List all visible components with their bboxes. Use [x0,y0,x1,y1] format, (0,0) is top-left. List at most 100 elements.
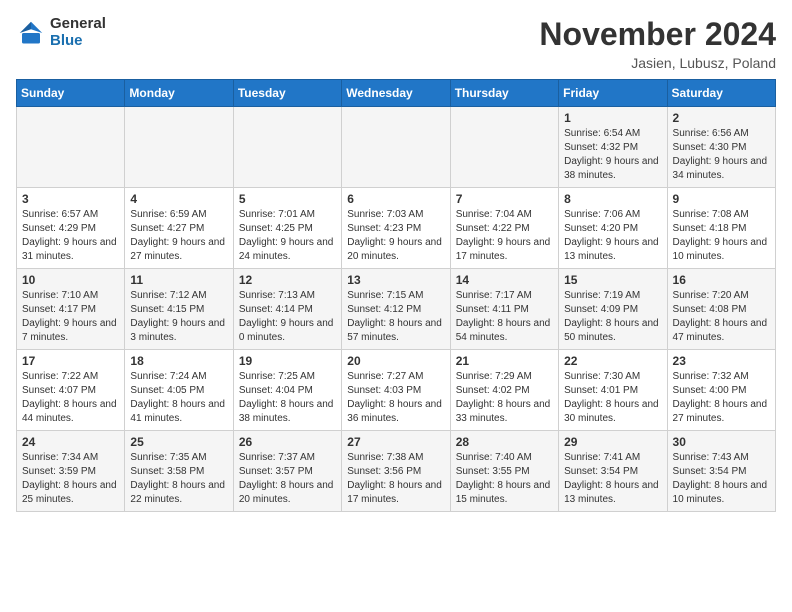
day-info: Sunrise: 6:56 AM Sunset: 4:30 PM Dayligh… [673,127,770,183]
day-number: 6 [347,192,444,206]
day-info: Sunrise: 7:41 AM Sunset: 3:54 PM Dayligh… [564,451,661,507]
day-number: 29 [564,435,661,449]
day-cell: 3 Sunrise: 6:57 AM Sunset: 4:29 PM Daylig… [17,188,125,269]
day-header-thursday: Thursday [450,80,558,107]
day-number: 13 [347,273,444,287]
title-block: November 2024 Jasien, Lubusz, Poland [539,16,776,71]
day-number: 23 [673,354,770,368]
day-info: Sunrise: 7:32 AM Sunset: 4:00 PM Dayligh… [673,370,770,426]
day-number: 3 [22,192,119,206]
day-header-wednesday: Wednesday [342,80,450,107]
location: Jasien, Lubusz, Poland [539,55,776,71]
day-info: Sunrise: 6:54 AM Sunset: 4:32 PM Dayligh… [564,127,661,183]
day-cell: 8Sunrise: 7:06 AM Sunset: 4:20 PM Daylig… [559,188,667,269]
day-info: Sunrise: 7:34 AM Sunset: 3:59 PM Dayligh… [22,451,119,507]
day-info: Sunrise: 7:08 AM Sunset: 4:18 PM Dayligh… [673,208,770,264]
day-number: 10 [22,273,119,287]
month-title: November 2024 [539,16,776,53]
day-number: 7 [456,192,553,206]
day-cell: 11 Sunrise: 7:12 AM Sunset: 4:15 PM Dayli… [125,269,233,350]
logo-text: General Blue [50,16,106,49]
day-cell: 5 Sunrise: 7:01 AM Sunset: 4:25 PM Daylig… [233,188,341,269]
logo: General Blue [16,16,106,49]
day-number: 1 [564,111,661,125]
day-cell: 20 Sunrise: 7:27 AM Sunset: 4:03 PM Dayli… [342,350,450,431]
day-info: Sunrise: 7:25 AM Sunset: 4:04 PM Dayligh… [239,370,336,426]
day-cell [342,107,450,188]
day-header-monday: Monday [125,80,233,107]
day-cell: 10 Sunrise: 7:10 AM Sunset: 4:17 PM Dayli… [17,269,125,350]
day-number: 15 [564,273,661,287]
day-number: 9 [673,192,770,206]
day-number: 26 [239,435,336,449]
day-info: Sunrise: 7:27 AM Sunset: 4:03 PM Dayligh… [347,370,444,426]
day-cell: 17 Sunrise: 7:22 AM Sunset: 4:07 PM Dayli… [17,350,125,431]
week-row-1: 1 Sunrise: 6:54 AM Sunset: 4:32 PM Daylig… [17,107,776,188]
day-number: 17 [22,354,119,368]
day-info: Sunrise: 6:57 AM Sunset: 4:29 PM Dayligh… [22,208,119,264]
day-info: Sunrise: 7:03 AM Sunset: 4:23 PM Dayligh… [347,208,444,264]
logo-general: General [50,16,106,33]
day-number: 16 [673,273,770,287]
week-row-5: 24 Sunrise: 7:34 AM Sunset: 3:59 PM Dayli… [17,431,776,512]
day-number: 20 [347,354,444,368]
day-info: Sunrise: 7:29 AM Sunset: 4:02 PM Dayligh… [456,370,553,426]
day-cell: 21 Sunrise: 7:29 AM Sunset: 4:02 PM Dayli… [450,350,558,431]
day-number: 2 [673,111,770,125]
day-cell: 30 Sunrise: 7:43 AM Sunset: 3:54 PM Dayli… [667,431,775,512]
day-header-saturday: Saturday [667,80,775,107]
day-info: Sunrise: 7:20 AM Sunset: 4:08 PM Dayligh… [673,289,770,345]
day-cell: 1 Sunrise: 6:54 AM Sunset: 4:32 PM Daylig… [559,107,667,188]
day-number: 11 [130,273,227,287]
day-cell: 6 Sunrise: 7:03 AM Sunset: 4:23 PM Daylig… [342,188,450,269]
day-number: 12 [239,273,336,287]
day-cell: 15 Sunrise: 7:19 AM Sunset: 4:09 PM Dayli… [559,269,667,350]
day-cell: 7 Sunrise: 7:04 AM Sunset: 4:22 PM Daylig… [450,188,558,269]
day-cell: 22 Sunrise: 7:30 AM Sunset: 4:01 PM Dayli… [559,350,667,431]
day-cell: 24 Sunrise: 7:34 AM Sunset: 3:59 PM Dayli… [17,431,125,512]
day-number: 24 [22,435,119,449]
day-info: Sunrise: 7:37 AM Sunset: 3:57 PM Dayligh… [239,451,336,507]
day-info: Sunrise: 7:35 AM Sunset: 3:58 PM Dayligh… [130,451,227,507]
day-header-tuesday: Tuesday [233,80,341,107]
logo-icon [16,18,46,48]
day-info: Sunrise: 7:12 AM Sunset: 4:15 PM Dayligh… [130,289,227,345]
day-info: Sunrise: 7:15 AM Sunset: 4:12 PM Dayligh… [347,289,444,345]
day-number: 14 [456,273,553,287]
day-cell: 2 Sunrise: 6:56 AM Sunset: 4:30 PM Daylig… [667,107,775,188]
day-number: 21 [456,354,553,368]
day-number: 27 [347,435,444,449]
day-header-friday: Friday [559,80,667,107]
day-number: 28 [456,435,553,449]
day-cell: 27Sunrise: 7:38 AM Sunset: 3:56 PM Dayli… [342,431,450,512]
day-info: Sunrise: 7:43 AM Sunset: 3:54 PM Dayligh… [673,451,770,507]
day-cell: 13 Sunrise: 7:15 AM Sunset: 4:12 PM Dayli… [342,269,450,350]
day-cell: 23 Sunrise: 7:32 AM Sunset: 4:00 PM Dayli… [667,350,775,431]
day-info: Sunrise: 7:30 AM Sunset: 4:01 PM Dayligh… [564,370,661,426]
day-cell: 12Sunrise: 7:13 AM Sunset: 4:14 PM Dayli… [233,269,341,350]
day-info: Sunrise: 7:06 AM Sunset: 4:20 PM Dayligh… [564,208,661,264]
day-info: Sunrise: 7:10 AM Sunset: 4:17 PM Dayligh… [22,289,119,345]
calendar-table: SundayMondayTuesdayWednesdayThursdayFrid… [16,79,776,512]
header-row: SundayMondayTuesdayWednesdayThursdayFrid… [17,80,776,107]
day-number: 22 [564,354,661,368]
day-cell: 18Sunrise: 7:24 AM Sunset: 4:05 PM Dayli… [125,350,233,431]
day-info: Sunrise: 7:04 AM Sunset: 4:22 PM Dayligh… [456,208,553,264]
day-info: Sunrise: 7:19 AM Sunset: 4:09 PM Dayligh… [564,289,661,345]
day-info: Sunrise: 7:24 AM Sunset: 4:05 PM Dayligh… [130,370,227,426]
day-cell: 29 Sunrise: 7:41 AM Sunset: 3:54 PM Dayli… [559,431,667,512]
page-header: General Blue November 2024 Jasien, Lubus… [16,16,776,71]
day-cell [233,107,341,188]
day-info: Sunrise: 7:17 AM Sunset: 4:11 PM Dayligh… [456,289,553,345]
day-number: 30 [673,435,770,449]
logo-blue: Blue [50,33,106,50]
day-number: 19 [239,354,336,368]
day-number: 5 [239,192,336,206]
day-info: Sunrise: 7:22 AM Sunset: 4:07 PM Dayligh… [22,370,119,426]
day-info: Sunrise: 7:40 AM Sunset: 3:55 PM Dayligh… [456,451,553,507]
day-cell [17,107,125,188]
day-cell: 25 Sunrise: 7:35 AM Sunset: 3:58 PM Dayli… [125,431,233,512]
day-number: 25 [130,435,227,449]
calendar-header: SundayMondayTuesdayWednesdayThursdayFrid… [17,80,776,107]
day-info: Sunrise: 7:01 AM Sunset: 4:25 PM Dayligh… [239,208,336,264]
